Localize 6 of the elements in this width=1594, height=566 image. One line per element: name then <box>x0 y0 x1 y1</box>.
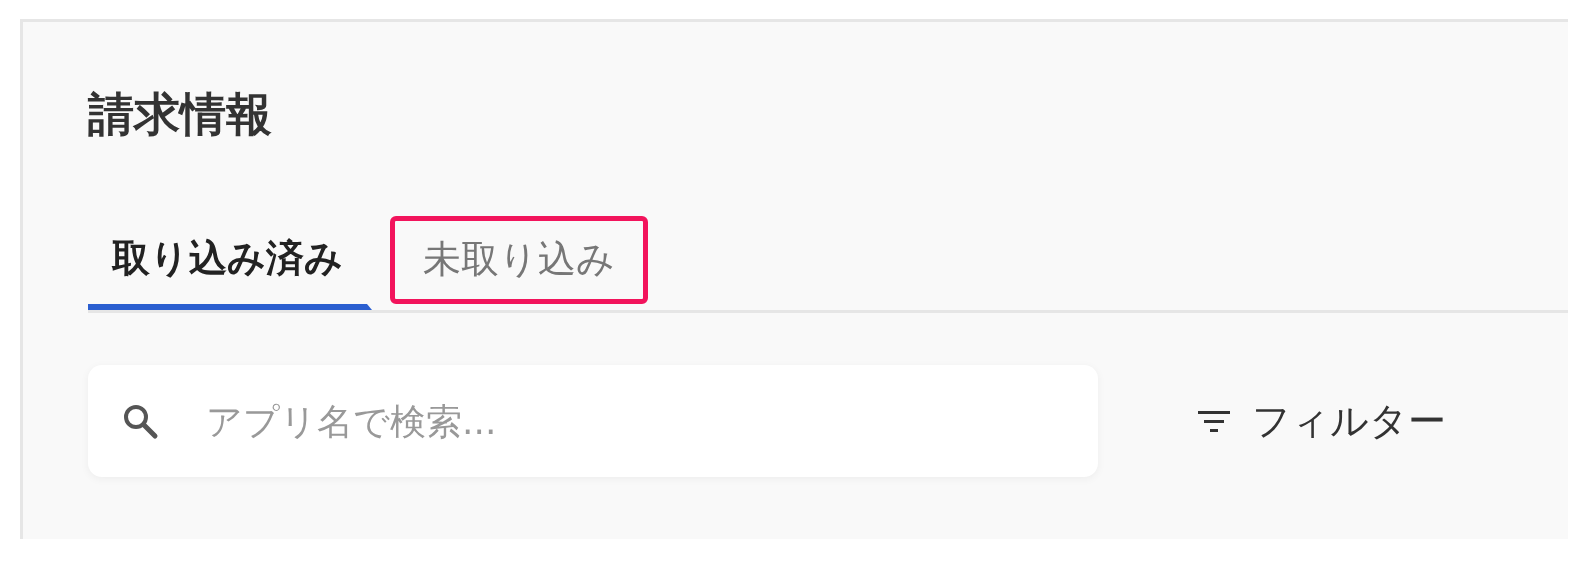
tab[interactable]: 未取り込み <box>390 216 648 304</box>
page-title: 請求情報 <box>88 86 273 143</box>
filter-icon <box>1198 409 1230 433</box>
tab[interactable]: 取り込み済み <box>88 216 372 310</box>
filter-button[interactable]: フィルター <box>1198 395 1446 447</box>
search-field[interactable]: アプリ名で検索... <box>88 365 1098 477</box>
